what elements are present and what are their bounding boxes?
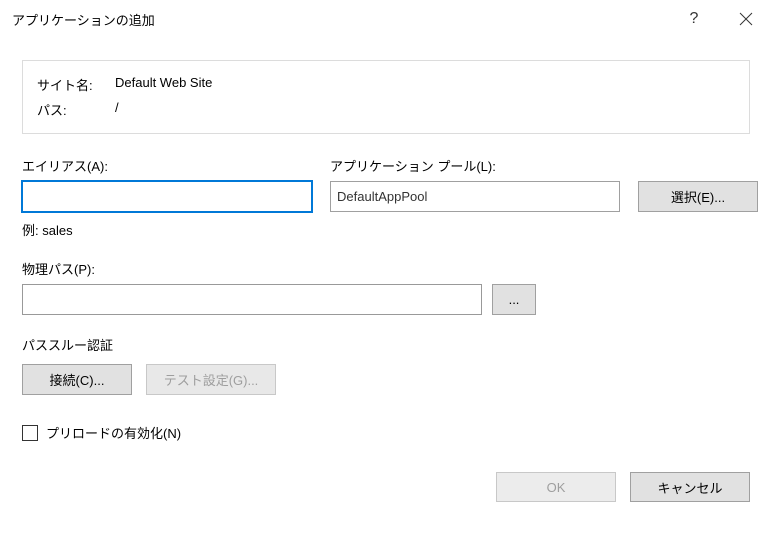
test-settings-button: テスト設定(G)... bbox=[146, 364, 276, 395]
browse-button[interactable]: ... bbox=[492, 284, 536, 315]
close-button[interactable] bbox=[720, 0, 772, 38]
site-info-panel: サイト名: Default Web Site パス: / bbox=[22, 60, 750, 134]
physical-path-section: 物理パス(P): ... bbox=[22, 259, 750, 315]
preload-label: プリロードの有効化(N) bbox=[46, 423, 181, 442]
select-apppool-button[interactable]: 選択(E)... bbox=[638, 181, 758, 212]
alias-input[interactable] bbox=[22, 181, 312, 212]
apppool-value: DefaultAppPool bbox=[330, 181, 620, 212]
site-name-label: サイト名: bbox=[37, 75, 115, 94]
preload-checkbox[interactable] bbox=[22, 425, 38, 441]
site-name-value: Default Web Site bbox=[115, 75, 212, 94]
apppool-column: アプリケーション プール(L): DefaultAppPool bbox=[330, 156, 620, 212]
apppool-label: アプリケーション プール(L): bbox=[330, 156, 620, 175]
dialog-content: サイト名: Default Web Site パス: / エイリアス(A): ア… bbox=[0, 38, 772, 442]
path-value: / bbox=[115, 100, 119, 119]
physical-path-label: 物理パス(P): bbox=[22, 259, 750, 278]
connect-button[interactable]: 接続(C)... bbox=[22, 364, 132, 395]
alias-column: エイリアス(A): bbox=[22, 156, 312, 212]
site-name-row: サイト名: Default Web Site bbox=[37, 75, 735, 94]
path-row: パス: / bbox=[37, 100, 735, 119]
preload-row[interactable]: プリロードの有効化(N) bbox=[22, 423, 750, 442]
path-label: パス: bbox=[37, 100, 115, 119]
alias-hint: 例: sales bbox=[22, 220, 750, 239]
physical-path-input[interactable] bbox=[22, 284, 482, 315]
ok-button: OK bbox=[496, 472, 616, 502]
alias-label: エイリアス(A): bbox=[22, 156, 312, 175]
help-icon: ? bbox=[690, 10, 699, 28]
alias-pool-row: エイリアス(A): アプリケーション プール(L): DefaultAppPoo… bbox=[22, 156, 750, 212]
close-icon bbox=[739, 12, 753, 26]
titlebar: アプリケーションの追加 ? bbox=[0, 0, 772, 38]
dialog-title: アプリケーションの追加 bbox=[12, 10, 668, 29]
cancel-button[interactable]: キャンセル bbox=[630, 472, 750, 502]
help-button[interactable]: ? bbox=[668, 0, 720, 38]
physical-path-inputs: ... bbox=[22, 284, 750, 315]
dialog-button-bar: OK キャンセル bbox=[0, 472, 772, 502]
select-column: 選択(E)... bbox=[638, 181, 758, 212]
ellipsis-icon: ... bbox=[509, 292, 520, 307]
passthrough-auth-label: パススルー認証 bbox=[22, 335, 750, 354]
auth-buttons-row: 接続(C)... テスト設定(G)... bbox=[22, 364, 750, 395]
